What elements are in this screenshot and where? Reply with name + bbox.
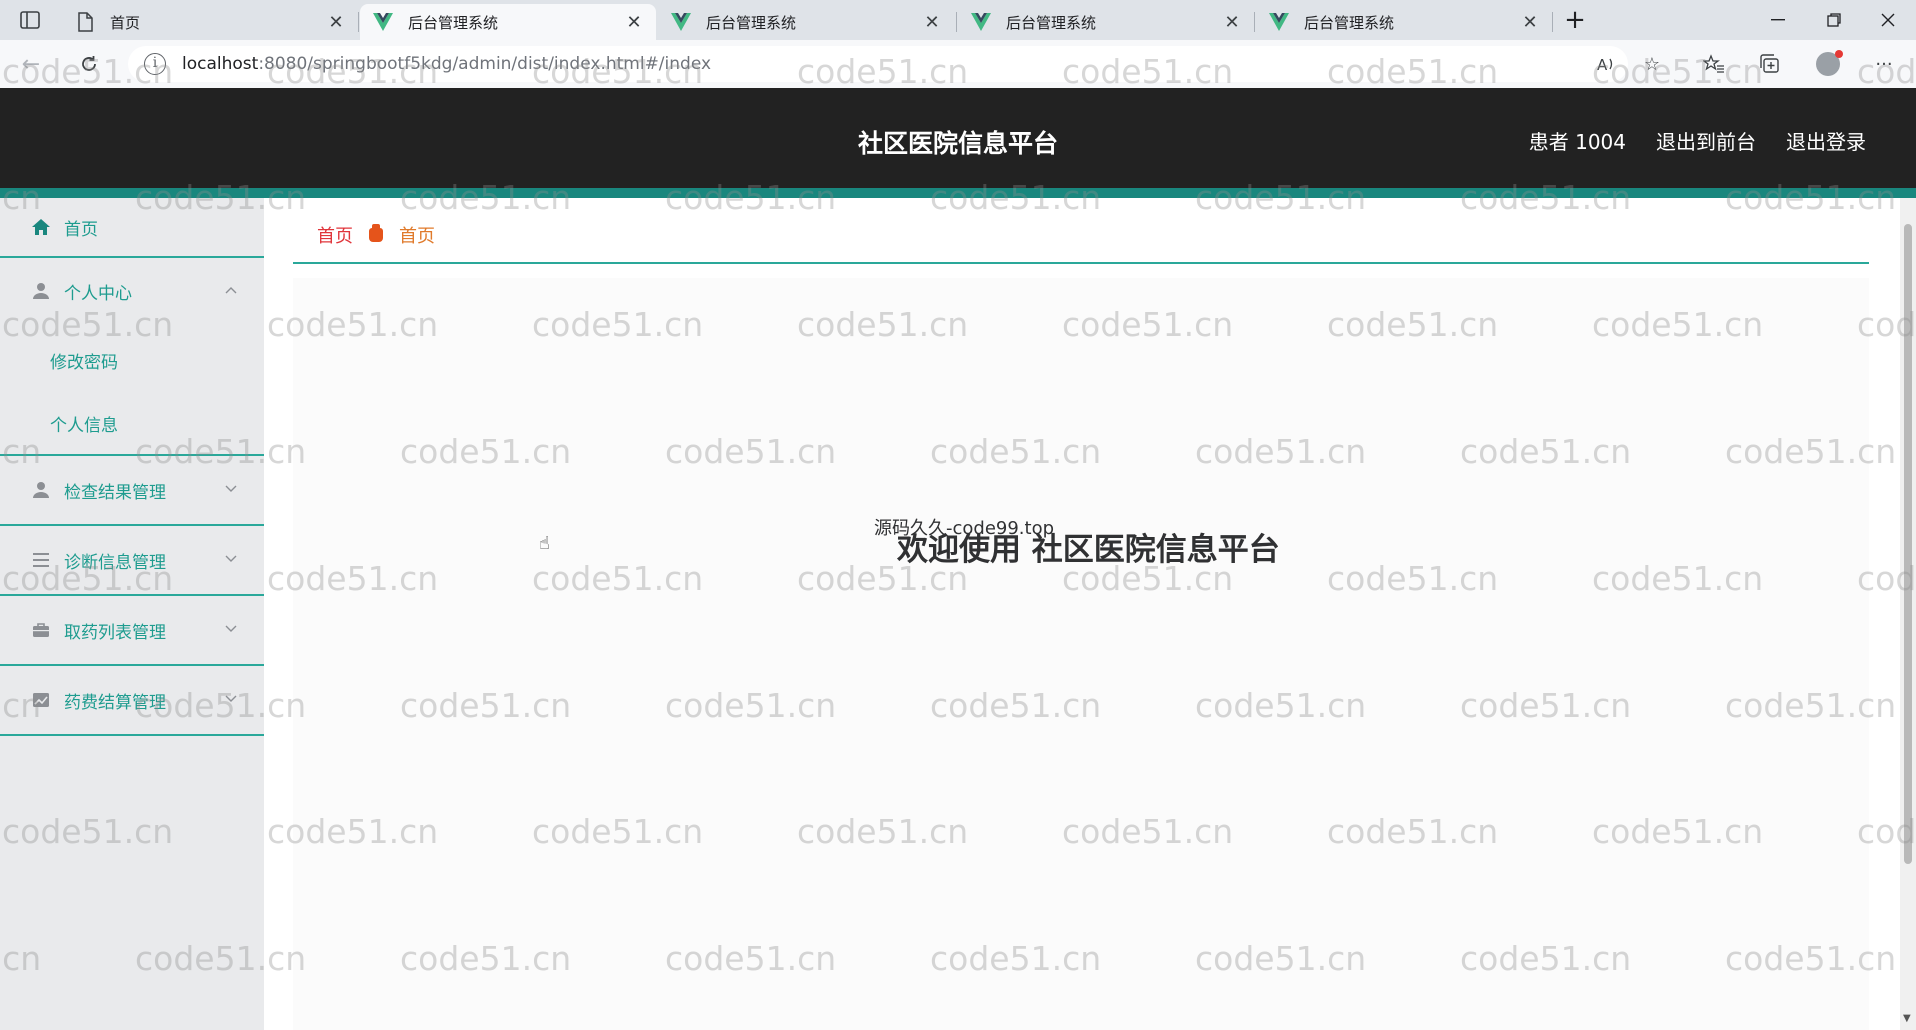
reload-icon[interactable] xyxy=(74,49,104,79)
minimize-icon[interactable] xyxy=(1750,0,1806,40)
vue-icon xyxy=(970,11,992,33)
current-user-label: 患者 1004 xyxy=(1528,130,1626,154)
tab-title: 后台管理系统 xyxy=(1304,13,1395,32)
submenu-personal-info[interactable]: 个人信息 xyxy=(50,411,118,436)
tab-divider xyxy=(956,12,957,32)
close-icon[interactable]: ✕ xyxy=(1222,12,1242,33)
favorite-add-icon[interactable]: ☆ xyxy=(1638,50,1666,78)
url-text: localhost:8080/springbootf5kdg/admin/dis… xyxy=(182,54,711,74)
url-path: :8080/springbootf5kdg/admin/dist/index.h… xyxy=(258,54,712,74)
breadcrumb-home-link[interactable]: 首页 xyxy=(317,222,353,248)
logout-link[interactable]: 退出登录 xyxy=(1786,126,1866,155)
chevron-down-icon xyxy=(224,482,238,496)
sidebar-item-personal-center[interactable]: 个人中心 xyxy=(0,260,264,322)
tab-title: 后台管理系统 xyxy=(408,13,499,32)
browser-tab-3[interactable]: 后台管理系统 ✕ xyxy=(658,4,954,40)
chevron-down-icon xyxy=(224,692,238,706)
vue-icon xyxy=(670,11,692,33)
breadcrumb-current: 首页 xyxy=(399,226,435,247)
svg-text:A: A xyxy=(1597,56,1608,73)
favorites-icon[interactable] xyxy=(1700,50,1728,78)
browser-tab-2[interactable]: 后台管理系统 ✕ xyxy=(360,4,656,40)
sidebar-item-label: 药费结算管理 xyxy=(64,692,166,713)
sidebar-item-pickup-list[interactable]: 取药列表管理 xyxy=(0,596,264,666)
header-actions: 患者 1004 退出到前台 退出登录 xyxy=(1529,126,1866,155)
main-panel xyxy=(293,278,1869,1030)
submenu-change-password[interactable]: 修改密码 xyxy=(50,348,118,373)
breadcrumb: 首页 首页 xyxy=(317,222,435,248)
collections-icon[interactable] xyxy=(1756,50,1784,78)
chevron-down-icon xyxy=(224,552,238,566)
vertical-scrollbar[interactable]: ▼ xyxy=(1900,198,1916,1030)
back-to-front-link[interactable]: 退出到前台 xyxy=(1656,126,1756,155)
chevron-down-icon xyxy=(224,622,238,636)
more-options-icon[interactable]: ··· xyxy=(1870,50,1898,78)
tab-title: 后台管理系统 xyxy=(1006,13,1097,32)
tab-divider xyxy=(358,12,359,32)
browser-address-bar: ← i localhost:8080/springbootf5kdg/admin… xyxy=(0,40,1916,88)
hand-cursor-icon: ☝ xyxy=(539,533,550,554)
home-icon xyxy=(30,216,52,238)
url-host: localhost xyxy=(182,54,259,74)
sidebar-item-exam-results[interactable]: 检查结果管理 xyxy=(0,456,264,526)
tab-divider xyxy=(1254,12,1255,32)
scrollbar-thumb[interactable] xyxy=(1904,224,1912,864)
sidebar-item-label: 取药列表管理 xyxy=(64,622,166,643)
sidebar-item-fee-settlement[interactable]: 药费结算管理 xyxy=(0,666,264,736)
page-icon xyxy=(74,11,96,33)
tab-title: 首页 xyxy=(110,13,141,32)
briefcase-icon xyxy=(30,619,52,641)
chevron-up-icon xyxy=(224,283,238,297)
sidebar-item-diagnosis-info[interactable]: 诊断信息管理 xyxy=(0,526,264,596)
close-icon[interactable]: ✕ xyxy=(624,12,644,33)
sidebar-toggle-icon[interactable] xyxy=(10,6,50,34)
header-accent-bar xyxy=(0,188,1916,198)
site-info-icon[interactable]: i xyxy=(144,53,166,75)
sidebar-menu: 首页 个人中心 修改密码 个人信息 检查结果管理 诊断信息管理 取药列表管理 药… xyxy=(0,198,264,1030)
user-icon xyxy=(30,280,52,302)
user-icon xyxy=(30,479,52,501)
avatar xyxy=(1816,50,1843,76)
sidebar-item-label: 检查结果管理 xyxy=(64,482,166,503)
profile-avatar-icon[interactable] xyxy=(1814,50,1843,78)
vue-icon xyxy=(372,11,394,33)
browser-tab-1[interactable]: 首页 ✕ xyxy=(62,4,358,40)
app-header: 社区医院信息平台 患者 1004 退出到前台 退出登录 xyxy=(0,88,1916,188)
vue-icon xyxy=(1268,11,1290,33)
scroll-down-arrow-icon[interactable]: ▼ xyxy=(1903,1013,1911,1024)
browser-tab-4[interactable]: 后台管理系统 ✕ xyxy=(958,4,1254,40)
browser-tab-strip: 首页 ✕ 后台管理系统 ✕ 后台管理系统 ✕ 后台管理系统 ✕ 后台管理系统 ✕… xyxy=(0,0,1916,40)
read-aloud-icon[interactable]: A xyxy=(1592,50,1620,78)
url-field[interactable]: i localhost:8080/springbootf5kdg/admin/d… xyxy=(128,46,1628,82)
new-tab-button[interactable]: + xyxy=(1560,6,1590,34)
list-icon xyxy=(30,549,52,571)
close-icon[interactable]: ✕ xyxy=(1520,12,1540,33)
overlay-note: 源码久久-code99.top xyxy=(874,518,1055,539)
browser-tab-5[interactable]: 后台管理系统 ✕ xyxy=(1256,4,1552,40)
window-close-icon[interactable] xyxy=(1860,0,1916,40)
breadcrumb-underline xyxy=(293,262,1869,264)
breadcrumb-separator-icon xyxy=(369,224,383,242)
sidebar-item-label: 首页 xyxy=(64,219,98,240)
close-icon[interactable]: ✕ xyxy=(326,12,346,33)
sidebar-item-label: 个人中心 xyxy=(64,283,132,304)
back-arrow-icon[interactable]: ← xyxy=(16,49,46,79)
tab-title: 后台管理系统 xyxy=(706,13,797,32)
close-icon[interactable]: ✕ xyxy=(922,12,942,33)
restore-icon[interactable] xyxy=(1806,0,1862,40)
tab-divider xyxy=(1552,12,1553,32)
chart-icon xyxy=(30,689,52,711)
sidebar-item-label: 诊断信息管理 xyxy=(64,552,166,573)
sidebar-item-home[interactable]: 首页 xyxy=(0,198,264,258)
